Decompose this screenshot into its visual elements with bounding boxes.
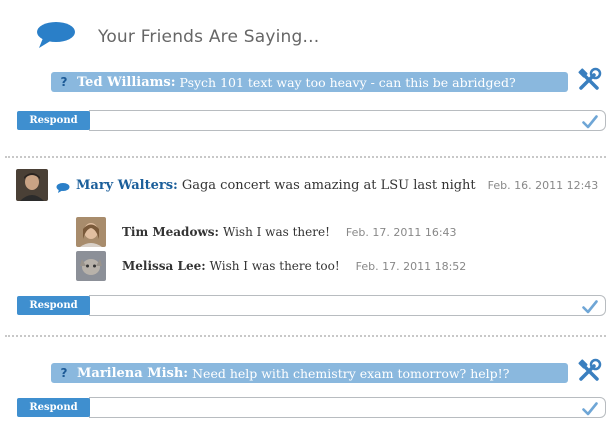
reply-item: Tim Meadows: Wish I was there! Feb. 17. … [76, 217, 457, 247]
reply-author[interactable]: Tim Meadows: [122, 225, 219, 239]
post: Mary Walters: Gaga concert was amazing a… [16, 168, 598, 202]
post-author[interactable]: Mary Walters: [76, 178, 178, 193]
reply-text: Wish I was there! [222, 225, 330, 239]
reply-timestamp: Feb. 17. 2011 16:43 [345, 225, 457, 239]
respond-input[interactable] [90, 400, 605, 420]
question-text: Psych 101 text way too heavy - can this … [179, 74, 516, 90]
question-author[interactable]: Ted Williams: [77, 75, 176, 90]
checkmark-icon[interactable] [582, 401, 598, 416]
post-text: Gaga concert was amazing at LSU last nig… [181, 177, 476, 193]
avatar[interactable] [76, 251, 106, 281]
page-title: Your Friends Are Saying... [98, 27, 320, 47]
respond-button[interactable]: Respond [17, 296, 90, 315]
avatar[interactable] [16, 169, 48, 201]
respond-row: Respond [17, 397, 606, 420]
tools-icon[interactable] [576, 358, 602, 384]
section-header: Your Friends Are Saying... [36, 22, 319, 52]
respond-input[interactable] [90, 298, 605, 318]
respond-button[interactable]: Respond [17, 398, 90, 417]
respond-field [89, 110, 606, 133]
checkmark-icon[interactable] [582, 114, 598, 129]
tools-icon[interactable] [576, 67, 602, 93]
divider [5, 156, 606, 158]
reply-text: Wish I was there too! [209, 259, 340, 273]
reply-item: Melissa Lee: Wish I was there too! Feb. … [76, 251, 466, 281]
question-bar: ? Ted Williams: Psych 101 text way too h… [51, 72, 568, 92]
divider [5, 335, 606, 337]
reply-timestamp: Feb. 17. 2011 18:52 [355, 259, 467, 273]
respond-field [89, 295, 606, 318]
question-bar: ? Marilena Mish: Need help with chemistr… [51, 363, 568, 383]
question-mark-icon: ? [60, 75, 68, 89]
respond-input[interactable] [90, 113, 605, 133]
respond-field [89, 397, 606, 420]
respond-row: Respond [17, 110, 606, 133]
question-author[interactable]: Marilena Mish: [77, 366, 188, 381]
avatar[interactable] [76, 217, 106, 247]
checkmark-icon[interactable] [582, 299, 598, 314]
reply-author[interactable]: Melissa Lee: [122, 259, 206, 273]
respond-row: Respond [17, 295, 606, 318]
speech-bubble-icon [36, 21, 76, 53]
question-mark-icon: ? [60, 366, 68, 380]
question-text: Need help with chemistry exam tomorrow? … [192, 365, 510, 381]
comment-icon [56, 179, 70, 193]
respond-button[interactable]: Respond [17, 111, 90, 130]
post-timestamp: Feb. 16. 2011 12:43 [487, 178, 599, 192]
